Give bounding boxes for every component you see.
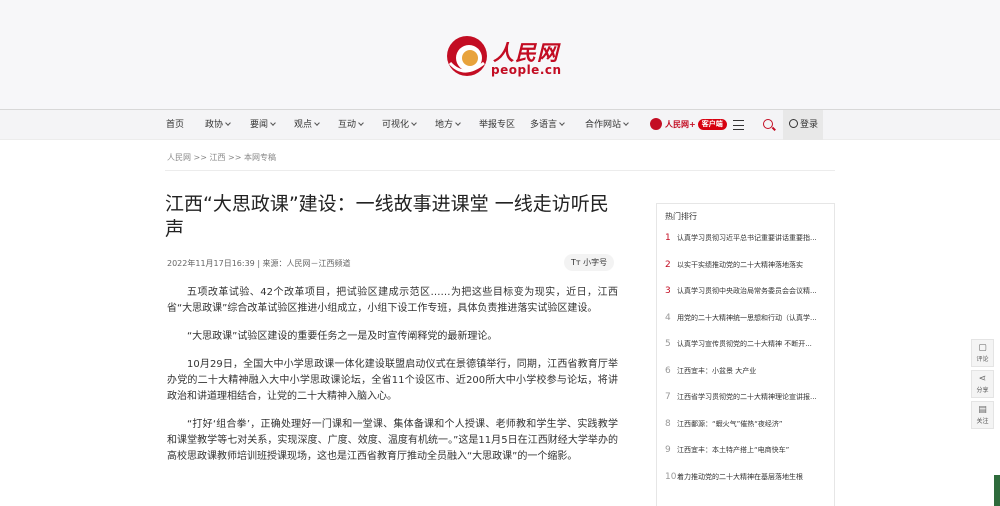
hot-item[interactable]: 7 江西省学习贯彻党的二十大精神理论宣讲报... [665, 391, 826, 418]
hot-rank: 5 [665, 339, 671, 349]
follow-icon: ▤ [978, 405, 987, 415]
hot-item[interactable]: 2 以实干实绩推动党的二十大精神落地落实 [665, 259, 826, 286]
nav-item-report[interactable]: 举报专区 [479, 110, 515, 140]
site-header: 人民网 people.cn [0, 0, 1000, 110]
nav-item-interact[interactable]: 互动 [338, 110, 364, 140]
article-body: 五项改革试验、42个改革项目，把试验区建成示范区……为把这些目标变为现实，近日，… [167, 285, 618, 477]
nav-item-news[interactable]: 要闻 [250, 110, 276, 140]
hot-ranking-panel: 热门排行 1 认真学习贯彻习近平总书记重要讲话重要指... 2 以实干实绩推动党的二… [656, 203, 835, 506]
scrollbar-thumb[interactable] [994, 475, 1000, 506]
hot-rank: 4 [665, 312, 671, 323]
logo-emblem-icon [447, 36, 487, 76]
chevron-down-icon [314, 120, 320, 126]
chevron-down-icon [455, 120, 461, 126]
hot-item[interactable]: 4 用党的二十大精神统一思想和行动（认真学... [665, 312, 826, 339]
comment-button[interactable]: ▢ 评论 [971, 339, 994, 367]
side-toolbar: ▢ 评论 ⋖ 分享 ▤ 关注 [971, 339, 994, 432]
share-icon: ⋖ [978, 374, 987, 384]
article-paragraph: 五项改革试验、42个改革项目，把试验区建成示范区……为把这些目标变为现实，近日，… [167, 287, 618, 314]
nav-item-local[interactable]: 地方 [435, 110, 461, 140]
chevron-down-icon [623, 120, 629, 126]
hot-rank: 3 [665, 286, 671, 296]
hot-rank: 9 [665, 445, 671, 455]
chevron-down-icon [270, 120, 276, 126]
hot-item[interactable]: 5 认真学习宣传贯彻党的二十大精神 不断开... [665, 338, 826, 365]
hot-item[interactable]: 10 着力推动党的二十大精神在基层落地生根 [665, 471, 826, 498]
chevron-down-icon [358, 120, 364, 126]
hot-ranking-list: 1 认真学习贯彻习近平总书记重要讲话重要指... 2 以实干实绩推动党的二十大精神落… [665, 232, 826, 497]
search-icon[interactable] [763, 119, 773, 129]
follow-button[interactable]: ▤ 关注 [971, 401, 994, 429]
people-logo[interactable]: 人民网 people.cn [444, 33, 562, 81]
nav-item-cppcc[interactable]: 政协 [205, 110, 231, 140]
nav-item-home[interactable]: 首页 [166, 110, 184, 140]
hot-item[interactable]: 3 认真学习贯彻中央政治局常务委员会会议精... [665, 285, 826, 312]
hot-rank: 6 [665, 365, 671, 376]
article-paragraph: “打好‘组合拳’，正确处理好一门课和一堂课、集体备课和个人授课、老师教和学生学、… [167, 419, 618, 462]
user-icon [789, 119, 798, 128]
app-download-link[interactable]: 人民网+ 客户端 [650, 118, 727, 132]
hot-ranking-title: 热门排行 [665, 212, 697, 221]
hot-item[interactable]: 6 江西宜丰：小盆景 大产业 [665, 365, 826, 392]
article-paragraph: “大思政课”试验区建设的重要任务之一是及时宣传阐释党的最新理论。 [187, 331, 498, 342]
chevron-down-icon [225, 120, 231, 126]
share-button[interactable]: ⋖ 分享 [971, 370, 994, 398]
app-badge: 客户端 [697, 119, 727, 130]
font-size-toggle[interactable]: Tт 小字号 [564, 254, 615, 271]
hot-rank: 8 [665, 418, 671, 429]
article-paragraph: 10月29日，全国大中小学思政课一体化建设联盟启动仪式在景德镇举行，同期，江西省… [167, 359, 618, 402]
hot-rank: 2 [665, 259, 671, 270]
divider [165, 170, 835, 171]
app-logo-icon [650, 118, 662, 130]
hot-rank: 1 [665, 233, 671, 243]
comment-icon: ▢ [978, 343, 987, 353]
font-size-icon: Tт [571, 258, 581, 267]
article-meta: 2022年11月17日16:39 | 来源：人民网－江西频道 [167, 259, 351, 268]
nav-item-visual[interactable]: 可视化 [382, 110, 417, 140]
hot-rank: 10 [665, 471, 677, 482]
logo-text-en: people.cn [491, 63, 562, 77]
chevron-down-icon [559, 120, 565, 126]
login-button[interactable]: 登录 [783, 110, 823, 140]
breadcrumb[interactable]: 人民网 >> 江西 >> 本网专稿 [167, 152, 276, 163]
hot-rank: 7 [665, 392, 671, 402]
nav-item-opinion[interactable]: 观点 [294, 110, 320, 140]
nav-item-partners[interactable]: 合作网站 [585, 110, 629, 140]
chevron-down-icon [411, 120, 417, 126]
menu-icon[interactable] [733, 120, 744, 130]
hot-item[interactable]: 1 认真学习贯彻习近平总书记重要讲话重要指... [665, 232, 826, 259]
nav-item-languages[interactable]: 多语言 [530, 110, 565, 140]
hot-item[interactable]: 9 江西宜丰：本土特产搭上“电商快车” [665, 444, 826, 471]
main-nav: 首页 政协 要闻 观点 互动 可视化 地方 举报专区 多语言 合作网站 人民网+… [0, 110, 1000, 140]
article-title: 江西“大思政课”建设：一线故事进课堂 一线走访听民声 [165, 193, 609, 240]
hot-item[interactable]: 8 江西鄱源：“蝦火气”催热“夜经济” [665, 418, 826, 445]
